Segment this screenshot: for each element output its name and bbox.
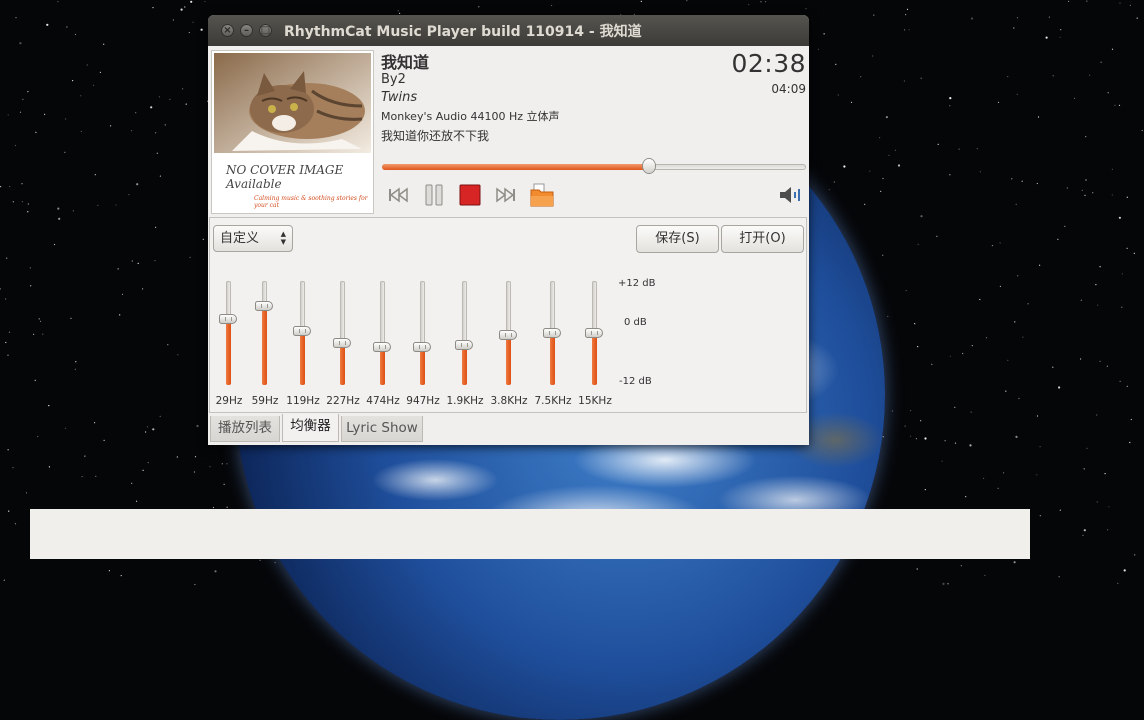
db-mid-label: 0 dB (624, 317, 647, 328)
slider-handle[interactable] (455, 339, 473, 350)
eq-band-slider[interactable]: 7.5KHz (533, 279, 573, 409)
db-min-label: -12 dB (619, 376, 652, 387)
bottom-panel (30, 509, 1030, 559)
save-button[interactable]: 保存(S) (636, 225, 719, 253)
slider-handle[interactable] (543, 328, 561, 338)
close-icon[interactable]: × (221, 24, 234, 37)
album-cover: NO COVER IMAGE Available Calming music &… (211, 50, 374, 214)
stop-icon[interactable] (458, 183, 482, 207)
slider-handle[interactable] (585, 328, 603, 338)
slider-handle[interactable] (333, 337, 351, 348)
slider-handle[interactable] (373, 341, 391, 352)
tab-lyric-show[interactable]: Lyric Show (341, 416, 423, 442)
preset-value: 自定义 (220, 231, 260, 246)
eq-band-slider[interactable]: 474Hz (363, 279, 403, 409)
player-window: × – □ RhythmCat Music Player build 11091… (208, 15, 809, 445)
volume-icon[interactable] (778, 183, 802, 207)
eq-band-slider[interactable]: 227Hz (323, 279, 363, 409)
slider-handle[interactable] (413, 341, 431, 352)
eq-band-slider[interactable]: 1.9KHz (445, 279, 485, 409)
elapsed-time: 02:38 (731, 49, 806, 78)
song-title: 我知道 (381, 53, 430, 72)
slider-fill (462, 344, 467, 385)
slider-handle[interactable] (293, 325, 311, 336)
seek-bar-progress (382, 164, 650, 170)
next-icon[interactable] (494, 183, 518, 207)
open-button[interactable]: 打开(O) (721, 225, 804, 253)
tab-equalizer[interactable]: 均衡器 (282, 414, 339, 442)
eq-band-slider[interactable]: 3.8KHz (489, 279, 529, 409)
eq-band-slider[interactable]: 947Hz (403, 279, 443, 409)
slider-fill (340, 342, 345, 385)
seek-handle[interactable] (643, 159, 656, 173)
slider-fill (550, 333, 555, 385)
total-time: 04:09 (771, 82, 806, 96)
maximize-icon[interactable]: □ (259, 24, 272, 37)
open-folder-icon[interactable] (530, 183, 554, 207)
window-title: RhythmCat Music Player build 110914 - 我知… (284, 24, 642, 40)
artist-name: By2 (381, 72, 406, 87)
cover-tagline: Calming music & soothing stories for you… (254, 195, 368, 209)
minimize-icon[interactable]: – (240, 24, 253, 37)
slider-fill (420, 346, 425, 385)
previous-icon[interactable] (386, 183, 410, 207)
slider-handle[interactable] (255, 301, 273, 312)
slider-fill (380, 346, 385, 385)
slider-fill (506, 335, 511, 385)
audio-format: Monkey's Audio 44100 Hz 立体声 (381, 110, 560, 123)
slider-fill (592, 333, 597, 385)
slider-fill (226, 319, 231, 385)
spinner-arrows-icon: ▲ ▼ (280, 230, 286, 246)
current-lyric: 我知道你还放不下我 (381, 129, 490, 143)
titlebar[interactable]: × – □ RhythmCat Music Player build 11091… (208, 15, 809, 46)
eq-band-slider[interactable]: 59Hz (245, 279, 285, 409)
band-frequency-label: 15KHz (578, 395, 612, 407)
eq-band-slider[interactable]: 119Hz (283, 279, 323, 409)
tab-playlist[interactable]: 播放列表 (210, 416, 280, 442)
slider-fill (262, 306, 267, 385)
preset-select[interactable]: 自定义 ▲ ▼ (213, 225, 293, 252)
slider-handle[interactable] (499, 330, 517, 341)
slider-handle[interactable] (219, 314, 237, 325)
seek-bar[interactable] (382, 159, 806, 173)
no-cover-text: NO COVER IMAGE Available (226, 163, 344, 191)
album-name: Twins (381, 90, 418, 105)
eq-band-slider[interactable]: 15KHz (575, 279, 615, 409)
db-max-label: +12 dB (618, 278, 656, 289)
slider-fill (300, 330, 305, 385)
eq-band-slider[interactable]: 29Hz (209, 279, 249, 409)
pause-icon[interactable] (422, 183, 446, 207)
